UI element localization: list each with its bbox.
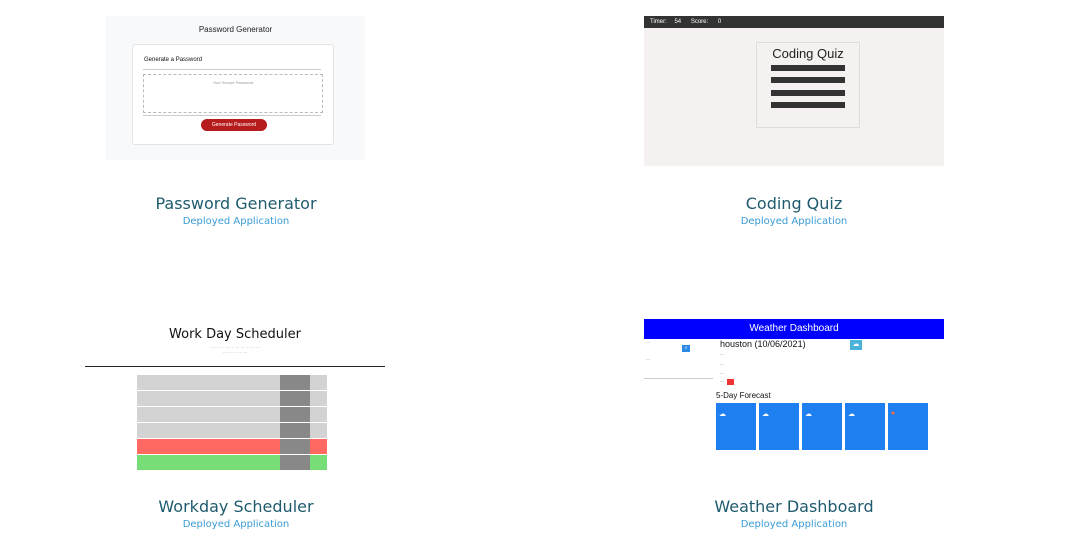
save-button: · xyxy=(280,407,310,422)
timer-label: Timer: xyxy=(650,19,667,25)
score-label: Score: xyxy=(690,19,709,25)
divider xyxy=(143,69,321,70)
save-button: · xyxy=(280,391,310,406)
time-block-present: · · xyxy=(137,438,327,454)
forecast-card: ● xyxy=(888,403,928,450)
deployed-link-weather-dashboard[interactable]: Deployed Application xyxy=(594,519,994,530)
divider xyxy=(644,378,713,379)
forecast-card: ☁ xyxy=(802,403,842,450)
coding-quiz-screenshot[interactable]: Timer: 54 Score: 0 Coding Quiz xyxy=(644,16,944,166)
scheduler-title: Work Day Scheduler xyxy=(169,327,301,342)
search-button: ⌕ xyxy=(682,345,690,352)
password-placeholder: Your Secure Password xyxy=(212,80,254,85)
save-button: · xyxy=(280,455,310,470)
hour-label: · xyxy=(140,443,141,447)
quiz-title: Coding Quiz xyxy=(772,46,844,61)
city-search-label: ⋯ xyxy=(646,340,650,345)
quiz-panel: Coding Quiz xyxy=(756,42,860,128)
password-generator-screenshot[interactable]: Password Generator Generate a Password Y… xyxy=(106,16,365,160)
preview-header: Password Generator xyxy=(198,25,273,34)
deployed-link-coding-quiz[interactable]: Deployed Application xyxy=(594,216,994,227)
search-history: ⋯ xyxy=(646,357,650,362)
weather-dashboard-screenshot[interactable]: Weather Dashboard ⋯ ⌕ ⋯ houston (10/06/2… xyxy=(644,319,944,452)
cloud-icon: ☁ xyxy=(805,411,812,418)
answer-option xyxy=(771,90,845,96)
preview-card: Generate a Password Your Secure Password… xyxy=(132,44,334,145)
workday-scheduler-screenshot[interactable]: Work Day Scheduler ⋯ ⋯ ⋯ ⋯ ⋯ ⋯ ⋯ ⋯ ⋯ ⋯ ⋯… xyxy=(85,318,385,470)
scheduler-date: ⋯ ⋯ ⋯ ⋯ ⋯ xyxy=(222,350,248,355)
time-block-past: · · xyxy=(137,422,327,438)
deployed-link-password-generator[interactable]: Deployed Application xyxy=(36,216,436,227)
forecast-card: ☁ xyxy=(716,403,756,450)
forecast-card: ☁ xyxy=(759,403,799,450)
project-title-workday-scheduler: Workday Scheduler xyxy=(158,497,314,516)
answer-option xyxy=(771,77,845,83)
humidity-line: ⋯ xyxy=(720,362,724,367)
answer-option xyxy=(771,65,845,71)
save-button: · xyxy=(280,375,310,390)
project-title-coding-quiz: Coding Quiz xyxy=(745,194,843,213)
cloud-icon: ☁ xyxy=(848,411,855,418)
current-weather-icon: ☁ xyxy=(850,340,862,350)
answer-option xyxy=(771,102,845,108)
project-title-password-generator: Password Generator xyxy=(155,194,317,213)
timer-bar: Timer: 54 Score: 0 xyxy=(644,16,944,28)
current-city: houston (10/06/2021) xyxy=(720,339,806,349)
divider xyxy=(143,115,321,116)
time-block-past: · · xyxy=(137,374,327,390)
hour-label: · xyxy=(140,411,141,415)
hour-label: · xyxy=(140,379,141,383)
preview-card-title: Generate a Password xyxy=(144,57,203,63)
hour-label: · xyxy=(140,459,141,463)
save-button: · xyxy=(280,423,310,438)
save-button: · xyxy=(280,439,310,454)
uv-index-badge xyxy=(727,379,735,385)
score-value: 0 xyxy=(717,19,722,25)
temperature-line: ⋯ xyxy=(720,352,724,357)
forecast-title: 5-Day Forecast xyxy=(716,391,771,400)
project-title-weather-dashboard: Weather Dashboard xyxy=(714,497,874,516)
time-block-future: · · xyxy=(137,454,327,470)
uv-index-line: ⋯ xyxy=(720,379,735,385)
cloud-icon: ☁ xyxy=(762,411,769,418)
forecast-card: ☁ xyxy=(845,403,885,450)
deployed-link-workday-scheduler[interactable]: Deployed Application xyxy=(36,519,436,530)
divider xyxy=(85,366,385,367)
sun-icon: ● xyxy=(891,410,896,417)
hour-label: · xyxy=(140,395,141,399)
hour-label: · xyxy=(140,427,141,431)
password-textarea: Your Secure Password xyxy=(143,74,323,113)
cloud-icon: ☁ xyxy=(719,411,726,418)
time-block-past: · · xyxy=(137,390,327,406)
time-block-past: · · xyxy=(137,406,327,422)
generate-password-button: Generate Password xyxy=(201,119,267,131)
timer-value: 54 xyxy=(674,19,682,25)
dashboard-header: Weather Dashboard xyxy=(644,319,944,339)
wind-line: ⋯ xyxy=(720,371,724,376)
